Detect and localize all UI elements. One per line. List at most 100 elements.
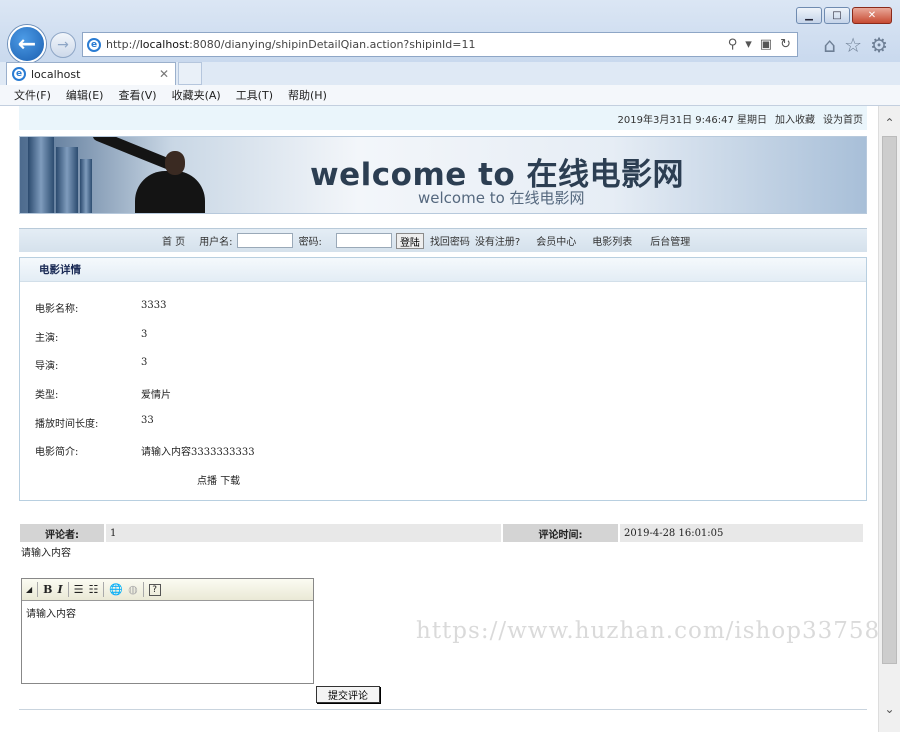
ie-tab-icon: e [12,67,26,81]
address-bar[interactable]: e http://localhost:8080/dianying/shipinD… [82,32,798,57]
comment-time-value: 2019-4-28 16:01:05 [620,524,865,542]
username-input[interactable] [236,233,293,248]
compat-view-icon[interactable]: ▣ [760,37,772,52]
window-controls: ▁ □ ✕ [796,7,892,24]
nav-member-center[interactable]: 会员中心 [536,233,576,248]
username-label: 用户名: [199,237,233,248]
scroll-up-icon[interactable]: ⌃ [879,112,900,134]
detail-label: 电影名称: [35,304,79,315]
tab-localhost[interactable]: e localhost ✕ [6,62,176,85]
detail-label: 导演: [35,361,59,372]
detail-heading: 电影详情 [20,258,866,282]
editor-toolbar: ◢ B I ☰ ☷ 🌐 ◍ ? [22,579,313,601]
detail-value: 3 [141,329,148,340]
comment-time-label: 评论时间: [503,524,620,542]
toolbar-separator [103,582,105,597]
top-info-strip: 2019年3月31日 9:46:47 星期日 加入收藏 设为首页 [19,106,867,130]
forward-arrow-icon: → [57,37,69,53]
unordered-list-icon[interactable]: ☷ [89,583,99,596]
detail-value: 33 [141,415,154,426]
detail-value: 爱情片 [141,390,171,401]
toolbar-separator [37,582,39,597]
toolbar-separator [142,582,144,597]
browser-titlebar: ▁ □ ✕ ← → e http://localhost:8080/dianyi… [0,0,900,63]
vertical-scrollbar[interactable]: ⌃ ⌄ [878,106,900,732]
menu-favorites[interactable]: 收藏夹(A) [172,87,221,103]
settings-gear-icon[interactable]: ⚙ [870,33,888,57]
scrollbar-thumb[interactable] [882,136,897,664]
movie-detail-panel: 电影详情 电影名称: 3333 主演: 3 导演: 3 类型: 爱情片 播放时间… [19,257,867,501]
main-navbar: 首 页 用户名: 密码: 登陆 找回密码 没有注册? 会员中心 电影列表 后台管… [19,228,867,252]
page-viewport: 2019年3月31日 9:46:47 星期日 加入收藏 设为首页 welcome… [0,106,900,732]
back-arrow-icon: ← [17,31,37,57]
detail-value: 3333 [141,300,167,311]
forward-button[interactable]: → [50,32,76,58]
help-icon[interactable]: ? [148,583,161,596]
unlink-icon[interactable]: ◍ [128,583,138,596]
menu-help[interactable]: 帮助(H) [288,87,327,103]
detail-label: 播放时间长度: [35,419,99,430]
menu-bar: 文件(F) 编辑(E) 查看(V) 收藏夹(A) 工具(T) 帮助(H) [0,85,900,106]
scroll-down-icon[interactable]: ⌄ [879,698,900,720]
close-window-button[interactable]: ✕ [852,7,892,24]
favorites-star-icon[interactable]: ☆ [844,33,862,57]
building-graphic [56,147,78,213]
current-datetime: 2019年3月31日 9:46:47 星期日 [617,114,767,126]
menu-view[interactable]: 查看(V) [118,87,156,103]
italic-icon[interactable]: I [57,583,62,596]
password-label: 密码: [298,237,322,248]
login-button[interactable]: 登陆 [395,232,424,249]
browser-right-icons: ⌂ ☆ ⚙ [823,33,888,57]
watermark-text: https://www.huzhan.com/ishop33758 [416,618,881,644]
submit-comment-button[interactable]: 提交评论 [316,686,380,703]
nav-admin[interactable]: 后台管理 [650,233,690,248]
nav-forgot-password[interactable]: 找回密码 [430,233,470,248]
building-graphic [80,159,92,213]
add-favorite-link[interactable]: 加入收藏 [775,111,815,126]
nav-home[interactable]: 首 页 [162,233,185,248]
menu-edit[interactable]: 编辑(E) [66,87,104,103]
ie-page-icon: e [87,37,101,52]
toolbar-separator [67,582,69,597]
site-banner: welcome to 在线电影网 welcome to 在线电影网 [19,136,867,214]
comment-header-row: 评论者: 1 评论时间: 2019-4-28 16:01:05 [20,524,865,542]
nav-register[interactable]: 没有注册? [475,233,520,248]
bold-icon[interactable]: B [43,583,52,596]
play-link[interactable]: 点播 [197,476,217,487]
tab-close-icon[interactable]: ✕ [159,67,169,81]
comment-content: 请输入内容 [21,548,71,559]
ordered-list-icon[interactable]: ☰ [74,583,84,596]
detail-label: 主演: [35,333,59,344]
editor-textarea[interactable]: 请输入内容 [22,601,313,624]
nav-movie-list[interactable]: 电影列表 [592,233,632,248]
new-tab-button[interactable] [178,62,202,85]
toolbar-collapse-icon[interactable]: ◢ [26,585,32,594]
password-input[interactable] [335,233,392,248]
maximize-button[interactable]: □ [824,7,850,24]
detail-value: 3 [141,357,148,368]
detail-label: 类型: [35,390,59,401]
url-text[interactable]: http://localhost:8080/dianying/shipinDet… [106,38,728,51]
dropdown-icon[interactable]: ▾ [745,37,752,52]
comment-author-value: 1 [106,524,503,542]
banner-man-head [165,151,185,175]
menu-tools[interactable]: 工具(T) [236,87,273,103]
footer-divider [19,709,867,710]
minimize-button[interactable]: ▁ [796,7,822,24]
comment-editor: ◢ B I ☰ ☷ 🌐 ◍ ? 请输入内容 [21,578,314,684]
refresh-icon[interactable]: ↻ [780,37,791,52]
search-icon[interactable]: ⚲ [728,37,738,52]
home-icon[interactable]: ⌂ [823,33,836,57]
building-graphic [28,137,54,213]
comment-author-label: 评论者: [20,524,106,542]
insert-link-icon[interactable]: 🌐 [109,583,123,596]
banner-subtitle: welcome to 在线电影网 [418,189,585,207]
set-home-link[interactable]: 设为首页 [823,111,863,126]
detail-value: 请输入内容3333333333 [141,447,255,458]
banner-man-body [135,171,205,213]
address-tools: ⚲ ▾ ▣ ↻ [728,37,797,52]
back-button[interactable]: ← [8,25,46,63]
menu-file[interactable]: 文件(F) [14,87,51,103]
download-link[interactable]: 下载 [220,476,240,487]
tab-strip: e localhost ✕ [0,62,900,85]
